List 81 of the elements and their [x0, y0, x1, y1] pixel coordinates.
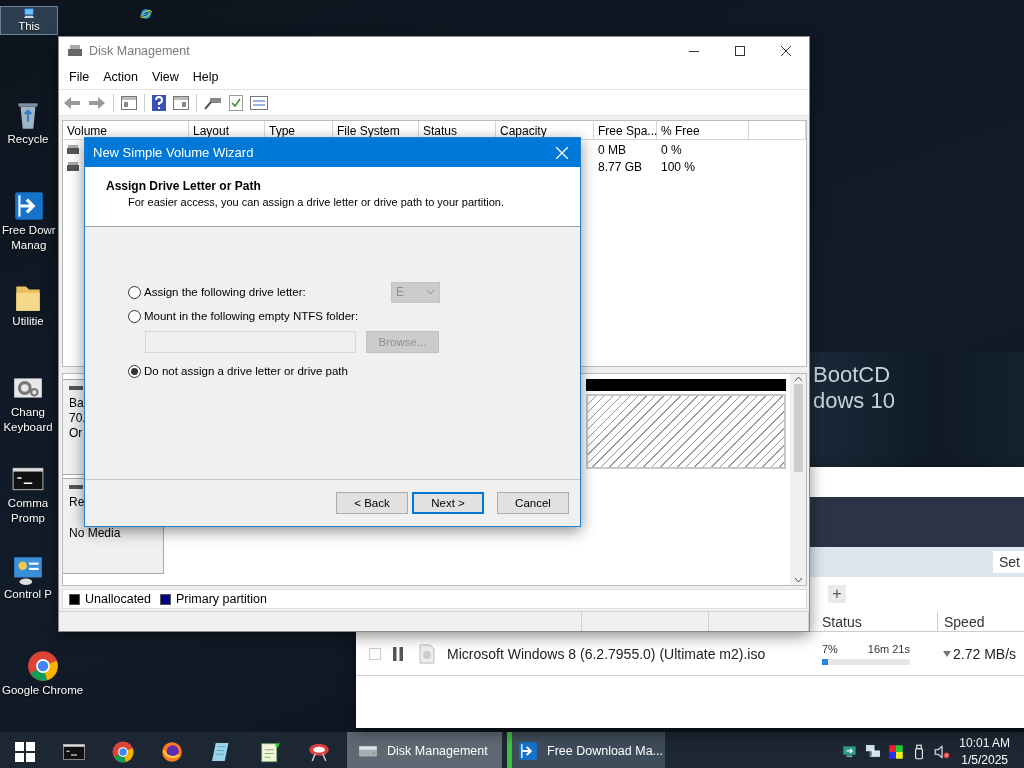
menu-item[interactable]: File: [62, 70, 97, 84]
dialog-title: New Simple Volume Wizard: [93, 145, 254, 160]
radio-option[interactable]: Mount in the following empty NTFS folder:: [128, 309, 391, 323]
column-header[interactable]: Status: [822, 612, 937, 631]
menu-item[interactable]: View: [144, 70, 186, 84]
pause-icon[interactable]: [392, 646, 404, 661]
drive-icon: [67, 144, 79, 155]
disk-info-text: Or: [69, 426, 84, 441]
desktop-shortcut[interactable]: Recycle: [0, 97, 56, 148]
panel-icon[interactable]: [173, 95, 189, 110]
add-button[interactable]: +: [828, 585, 846, 603]
clock: 10:01 AM 1/5/2025: [958, 735, 1011, 768]
radio-option[interactable]: Assign the following drive letter:: [128, 285, 391, 299]
menu-item[interactable]: Help: [185, 70, 226, 84]
color-grid-icon: [887, 743, 906, 761]
settings-button[interactable]: Set: [993, 551, 1024, 573]
dialog-button[interactable]: Cancel: [497, 492, 569, 514]
legend-label: Primary partition: [176, 592, 267, 606]
column-header[interactable]: Free Spa...: [594, 121, 657, 140]
desktop-shortcut[interactable]: Comma Promp: [0, 461, 56, 527]
scrollbar-thumb[interactable]: [793, 384, 803, 472]
time-remaining: 16m 21s: [867, 642, 910, 655]
drive-icon: [67, 43, 83, 59]
header-filler: [749, 121, 806, 140]
connector-icon[interactable]: [204, 95, 222, 110]
back-arrow-icon[interactable]: [63, 95, 81, 110]
progress-percent: 7%: [822, 642, 838, 655]
help-icon[interactable]: [152, 94, 166, 111]
download-speed: 2.72 MB/s: [953, 645, 1017, 662]
browser-logo-icon: [110, 740, 135, 764]
desktop-shortcut[interactable]: Free Dowr Manag: [0, 188, 58, 254]
dialog-button[interactable]: < Back: [336, 492, 408, 514]
disk-status-text: No Media: [69, 526, 122, 541]
dialog-button[interactable]: Next >: [412, 492, 484, 514]
arrow-square-icon: [517, 740, 539, 762]
disk-info-text: Re: [69, 495, 86, 510]
list-window-icon[interactable]: [250, 95, 268, 110]
legend-label: Unallocated: [85, 592, 151, 606]
checklist-icon[interactable]: [229, 94, 243, 111]
menu-item[interactable]: Action: [96, 70, 145, 84]
file-icon: [419, 643, 435, 664]
speaker-muted-icon: [933, 743, 952, 761]
close-icon: [556, 146, 568, 159]
table-cell-text: 8.77 GB: [597, 158, 644, 174]
chevron-icon: [426, 289, 435, 295]
radio-option[interactable]: Do not assign a drive letter or drive path: [128, 364, 391, 378]
desktop-shortcut[interactable]: This: [0, 6, 58, 35]
computer-icon: [22, 7, 36, 19]
taskbar-button[interactable]: Free Download Ma...: [507, 732, 665, 768]
desktop-shortcut[interactable]: Control P: [0, 552, 56, 603]
desktop-shortcut[interactable]: Utilitie: [0, 279, 56, 330]
dialog-heading: Assign Drive Letter or Path: [106, 179, 262, 193]
panel-icon[interactable]: [121, 95, 137, 110]
file-name: Microsoft Windows 8 (6.2.7955.0) (Ultimate m2).iso: [447, 645, 766, 662]
maximize-icon: [735, 46, 745, 56]
close-icon: [781, 46, 791, 56]
disk-info-text: Ba: [69, 396, 85, 411]
disk-info-text: 70.: [69, 411, 87, 426]
dialog-subtitle: For easier access, you can assign a drive letter or drive path to your partition.: [128, 196, 505, 208]
forward-arrow-icon[interactable]: [88, 95, 106, 110]
column-header[interactable]: % Free: [657, 121, 749, 140]
minimize-icon: [689, 50, 699, 52]
wallpaper-text: dows 10: [813, 388, 896, 414]
checkbox[interactable]: [369, 647, 381, 660]
wallpaper-text: BootCD: [813, 362, 892, 388]
browser-logo-icon: [139, 7, 153, 21]
table-cell-text: 100 %: [660, 158, 697, 174]
scroll-up-icon[interactable]: [793, 376, 803, 382]
desktop-shortcut[interactable]: Chang Keyboard: [0, 370, 56, 436]
scroll-down-icon[interactable]: [793, 577, 803, 583]
window-title: Disk Management: [89, 44, 191, 58]
browser-logo-icon: [159, 740, 184, 764]
desktop-shortcut[interactable]: Google Chrome: [0, 648, 86, 699]
windows-start-icon: [14, 742, 35, 762]
taskbar-button[interactable]: Disk Management: [347, 732, 502, 768]
down-arrow-icon: [943, 650, 951, 657]
column-header[interactable]: Speed: [937, 612, 1024, 631]
table-cell-text: 0 %: [660, 141, 683, 157]
browser-logo-icon: [25, 649, 60, 683]
drive-icon: [67, 161, 79, 172]
table-cell-text: 0 MB: [597, 141, 627, 157]
